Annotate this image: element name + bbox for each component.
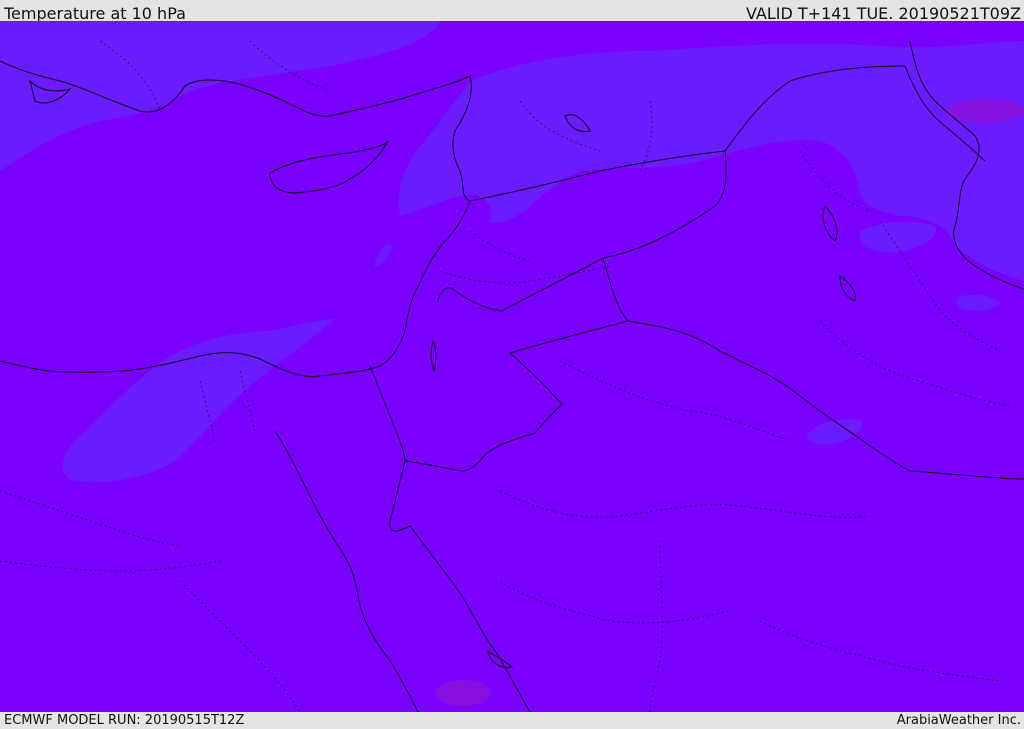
warmer-spot-caucasus: [947, 99, 1023, 123]
warmer-spot-red-sea: [435, 680, 491, 706]
header-bar: Temperature at 10 hPa VALID T+141 TUE. 2…: [0, 0, 1024, 23]
credit-label: ArabiaWeather Inc.: [896, 713, 1021, 728]
map-frame: Temperature at 10 hPa VALID T+141 TUE. 2…: [0, 0, 1024, 729]
map-canvas: [0, 21, 1024, 712]
temperature-map: [0, 21, 1024, 712]
footer-bar: ECMWF MODEL RUN: 20190515T12Z ArabiaWeat…: [0, 712, 1024, 729]
model-run-label: ECMWF MODEL RUN: 20190515T12Z: [4, 713, 245, 728]
